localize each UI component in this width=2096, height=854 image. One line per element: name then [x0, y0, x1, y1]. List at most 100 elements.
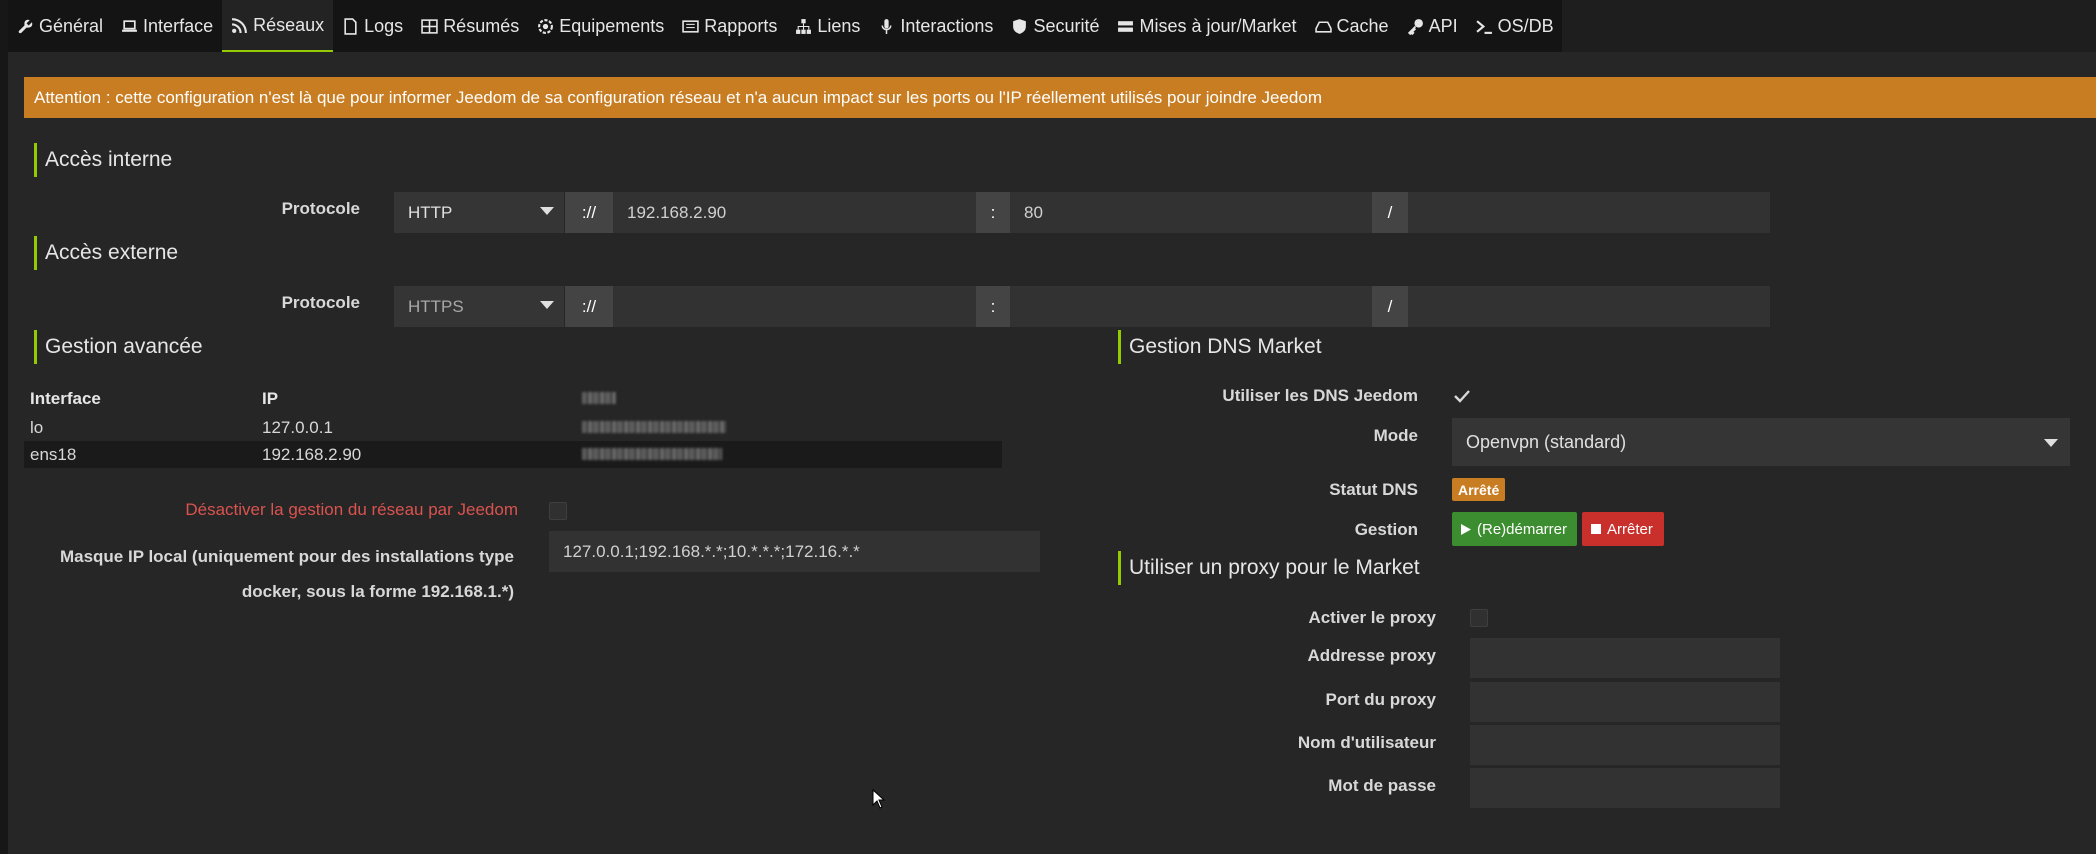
mouse-cursor-icon: [872, 789, 885, 809]
tab-label: Mises à jour/Market: [1139, 15, 1297, 36]
sitemap-icon: [796, 18, 812, 34]
tab-cache[interactable]: Cache: [1306, 0, 1398, 52]
tab-label: Réseaux: [253, 14, 325, 35]
dns-manage-label: Gestion: [1354, 520, 1418, 539]
redacted-text: [582, 447, 722, 460]
internal-port-input[interactable]: 80: [1010, 192, 1372, 233]
proxy-user-label: Nom d'utilisateur: [1297, 733, 1436, 752]
ip-mask-label-line2: docker, sous la forme 192.168.1.*): [241, 582, 514, 601]
tab-label: API: [1428, 15, 1458, 36]
tab-label: Securité: [1033, 15, 1100, 36]
dns-stop-button[interactable]: Arrêter: [1582, 512, 1664, 546]
internal-protocol-select[interactable]: HTTP: [394, 192, 564, 233]
tab-label: Rapports: [704, 15, 778, 36]
tab-logs[interactable]: Logs: [333, 0, 412, 52]
app-frame: Général Interface Réseaux Logs Résumés E…: [0, 0, 2096, 854]
play-icon: [1461, 523, 1471, 535]
dns-restart-label: (Re)démarrer: [1477, 520, 1568, 538]
table-header-row: Interface IP: [24, 384, 1002, 414]
dns-stop-label: Arrêter: [1607, 520, 1653, 538]
dns-restart-button[interactable]: (Re)démarrer: [1452, 512, 1577, 546]
hdd-icon: [1314, 20, 1332, 33]
newspaper-icon: [682, 19, 700, 33]
cell-ip: 192.168.2.90: [256, 441, 576, 468]
column-header-mac: [576, 384, 1002, 414]
tab-label: Interactions: [900, 15, 994, 36]
tab-interface[interactable]: Interface: [112, 0, 222, 52]
wrench-icon: [18, 19, 33, 33]
external-port-input[interactable]: [1010, 286, 1372, 327]
tab-label: Equipements: [559, 15, 665, 36]
tab-rapports[interactable]: Rapports: [673, 0, 786, 52]
cell-interface: ens18: [24, 441, 256, 468]
tab-reseaux[interactable]: Réseaux: [222, 0, 334, 52]
config-tabs: Général Interface Réseaux Logs Résumés E…: [8, 0, 1562, 52]
internal-host-input[interactable]: 192.168.2.90: [613, 192, 976, 233]
laptop-icon: [122, 19, 137, 32]
external-path-input[interactable]: [1408, 286, 1770, 327]
disable-network-checkbox[interactable]: [549, 502, 567, 520]
tab-label: Cache: [1336, 15, 1389, 36]
internal-protocol-label: Protocole: [281, 199, 360, 218]
chevron-down-icon: [540, 207, 554, 215]
external-protocol-value: HTTPS: [408, 296, 464, 316]
shield-icon: [1013, 18, 1027, 34]
proxy-port-input[interactable]: [1470, 682, 1780, 722]
tab-general[interactable]: Général: [8, 0, 112, 52]
external-port-separator: :: [976, 286, 1010, 327]
column-header-interface: Interface: [30, 389, 101, 408]
proxy-port-label: Port du proxy: [1325, 690, 1436, 709]
key-icon: [1407, 18, 1423, 35]
disable-network-label: Désactiver la gestion du réseau par Jeed…: [185, 500, 518, 519]
left-strip: [0, 0, 8, 854]
tab-label: Résumés: [443, 15, 520, 36]
external-protocol-select[interactable]: HTTPS: [394, 286, 564, 327]
ip-mask-input[interactable]: 127.0.0.1;192.168.*.*;10.*.*.*;172.16.*.…: [549, 531, 1040, 572]
chevron-down-icon: [540, 301, 554, 309]
tab-api[interactable]: API: [1398, 0, 1467, 52]
rss-icon: [232, 17, 248, 33]
internal-port-separator: :: [976, 192, 1010, 233]
internal-protocol-value: HTTP: [408, 202, 453, 222]
cell-ip: 127.0.0.1: [262, 417, 333, 437]
network-warning-alert: Attention : cette configuration n'est là…: [24, 77, 2096, 118]
proxy-address-input[interactable]: [1470, 638, 1780, 678]
tab-mises-a-jour[interactable]: Mises à jour/Market: [1108, 0, 1305, 52]
dns-status-label: Statut DNS: [1329, 480, 1418, 499]
network-interfaces-table: Interface IP lo 127.0.0.1 ens18 192.168.…: [24, 384, 1002, 468]
external-host-input[interactable]: [613, 286, 976, 327]
proxy-enable-checkbox[interactable]: [1470, 609, 1488, 627]
tab-securite[interactable]: Securité: [1002, 0, 1108, 52]
external-scheme-separator: ://: [565, 286, 613, 327]
cell-mac: [576, 414, 1002, 441]
dns-mode-select[interactable]: Openvpn (standard): [1452, 418, 2070, 466]
tab-resumes[interactable]: Résumés: [412, 0, 528, 52]
proxy-address-label: Addresse proxy: [1307, 646, 1437, 665]
tab-osdb[interactable]: OS/DB: [1467, 0, 1563, 52]
proxy-user-input[interactable]: [1470, 725, 1780, 765]
tab-liens[interactable]: Liens: [786, 0, 869, 52]
ip-mask-label: Masque IP local (uniquement pour des ins…: [40, 539, 514, 609]
dns-mode-label: Mode: [1373, 426, 1418, 445]
cell-interface: lo: [30, 417, 44, 437]
proxy-password-input[interactable]: [1470, 768, 1780, 808]
tab-interactions[interactable]: Interactions: [869, 0, 1002, 52]
dns-status-badge: Arrêté: [1452, 478, 1506, 501]
internal-path-separator: /: [1372, 192, 1408, 233]
dns-use-checkbox[interactable]: [1452, 386, 1472, 406]
tab-label: OS/DB: [1497, 15, 1554, 36]
section-title-proxy: Utiliser un proxy pour le Market: [1118, 551, 1420, 585]
file-icon: [344, 17, 357, 35]
tab-label: Liens: [817, 15, 861, 36]
chevron-down-icon: [2044, 439, 2058, 447]
internal-path-input[interactable]: [1408, 192, 1770, 233]
redacted-text: [582, 392, 616, 404]
dns-use-label: Utiliser les DNS Jeedom: [1222, 386, 1418, 405]
dns-mode-value: Openvpn (standard): [1466, 431, 1627, 452]
section-title-internal: Accès interne: [34, 143, 172, 177]
tab-equipements[interactable]: Equipements: [528, 0, 673, 52]
tab-label: Interface: [143, 15, 214, 36]
table-row: lo 127.0.0.1: [24, 414, 1002, 441]
cog-icon: [538, 18, 554, 34]
tab-label: Logs: [364, 15, 404, 36]
